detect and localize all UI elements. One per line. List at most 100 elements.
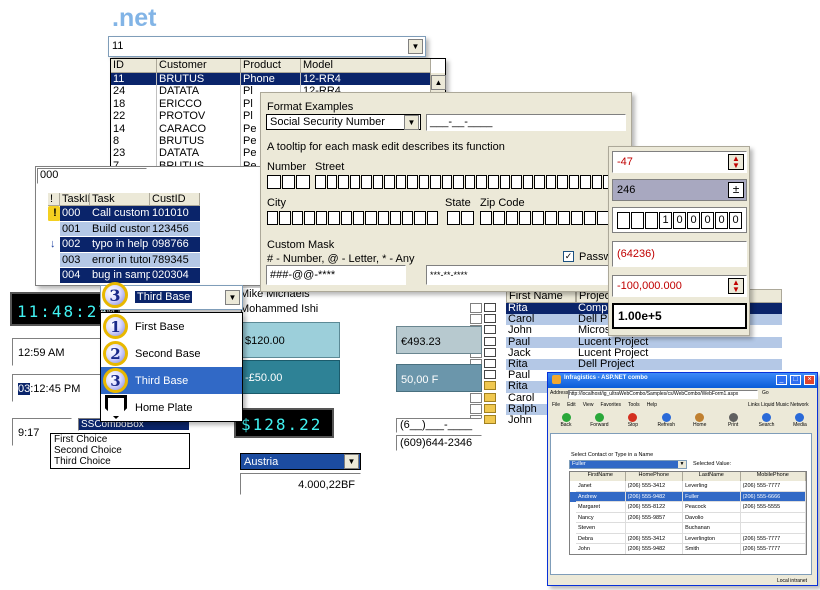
expand-icon[interactable] <box>470 314 482 325</box>
links-item[interactable]: Liquid Music Network <box>761 402 809 408</box>
city-field[interactable] <box>267 211 439 225</box>
simple-combo-item[interactable]: Third Choice <box>51 456 189 467</box>
numeric-field-1[interactable]: -47 ▲ ▼ <box>612 151 747 173</box>
toolbar-button[interactable]: Stop <box>619 413 647 431</box>
menu-item[interactable]: File <box>552 402 560 411</box>
expand-icon[interactable] <box>470 392 482 403</box>
grid-header-cell[interactable]: ID <box>111 59 157 73</box>
lcd-money-field[interactable]: $128.22 <box>234 408 334 438</box>
menu-item[interactable]: View <box>583 402 594 411</box>
contact-header-cell[interactable]: FirstName <box>576 472 626 481</box>
toolbar-button[interactable]: Media <box>786 413 814 431</box>
time-field-1[interactable]: 12:59 AM <box>12 338 104 366</box>
simple-combo-item[interactable]: First Choice <box>51 434 189 445</box>
grid-header-cell[interactable]: Model <box>301 59 431 73</box>
number-field[interactable] <box>267 175 311 189</box>
state-field[interactable] <box>447 211 475 225</box>
street-field[interactable] <box>315 175 615 189</box>
currency-field-2[interactable]: -£50.00 <box>240 360 340 394</box>
task-header-cell[interactable]: CustID <box>150 193 200 206</box>
zip-field[interactable] <box>480 211 610 225</box>
grid-combo[interactable]: 11 ▼ <box>108 36 426 57</box>
currency-field-1[interactable]: $120.00 <box>240 322 340 358</box>
contact-header-cell[interactable]: HomePhone <box>626 472 684 481</box>
spin-button[interactable]: ▲ ▼ <box>728 278 744 294</box>
task-row[interactable]: ↓002typo in help files098766 <box>48 237 266 253</box>
format-select-dropdown[interactable]: ▼ <box>404 115 419 130</box>
names-row[interactable]: Rita Dell Project <box>470 358 782 371</box>
numeric-field-2[interactable]: 246 ± <box>612 179 747 201</box>
time-field-2[interactable]: 03:12:45 PM <box>12 374 104 402</box>
numeric-field-6[interactable]: 1.00e+5 <box>612 303 747 329</box>
expand-icon[interactable] <box>470 303 482 313</box>
chevron-down-icon[interactable]: ▼ <box>678 461 686 468</box>
phone-field[interactable]: (609)644-2346 <box>396 435 482 451</box>
currency-field-4[interactable]: 50,00 F <box>396 364 482 392</box>
amount-field[interactable]: 4.000,22BF <box>240 473 361 495</box>
toolbar-button[interactable]: Back <box>552 413 580 431</box>
menu-item[interactable]: Tools <box>628 402 640 411</box>
task-header-cell[interactable]: TaskID <box>60 193 90 206</box>
contact-row[interactable]: Andrew (206) 555-9482 Fuller (206) 555-6666 <box>570 491 806 502</box>
task-row[interactable]: 004bug in sample020304 <box>48 268 266 284</box>
numeric-field-5[interactable]: -100,000.000 ▲ ▼ <box>612 275 747 297</box>
names-row[interactable]: Paul Lucent Project <box>470 336 782 348</box>
menu-item[interactable]: Edit <box>567 402 576 411</box>
table-row[interactable]: 11 BRUTUS Phone 12-RR4 <box>111 73 431 86</box>
names-row[interactable]: Jack Lucent Project <box>470 347 782 359</box>
numeric-field-3[interactable]: 100000 <box>612 207 747 233</box>
country-dropdown-button[interactable]: ▼ <box>344 454 359 469</box>
task-filter-input[interactable]: 000 <box>37 168 147 184</box>
folder-icon <box>484 392 496 402</box>
country-combo[interactable]: Austria ▼ <box>240 453 361 470</box>
toolbar-button[interactable]: Forward <box>585 413 613 431</box>
task-row[interactable]: !000Call customer: 5101010 <box>48 206 266 222</box>
go-button[interactable]: Go <box>762 390 769 396</box>
menu-item[interactable]: Favorites <box>600 402 621 411</box>
minimize-button[interactable]: _ <box>776 375 787 385</box>
contact-combo[interactable]: Fuller ▼ <box>569 460 687 469</box>
contact-row[interactable]: Margaret (206) 555-8122 Peacock (206) 555-5… <box>570 502 806 513</box>
base-combo-dropdown-button[interactable]: ▼ <box>225 290 240 305</box>
custom-mask-field[interactable]: ###-@@-**** <box>266 265 406 285</box>
task-row[interactable]: 001Build custom in:123456 <box>48 221 266 237</box>
base-list-item[interactable]: 2 Second Base <box>101 340 242 367</box>
grid-header-cell[interactable]: Customer <box>157 59 241 73</box>
document-icon <box>484 325 496 335</box>
contact-header-cell[interactable]: LastName <box>683 472 741 481</box>
contact-row[interactable]: Janet (206) 555-3412 Leverling (206) 555-77… <box>570 481 806 492</box>
base-list-item[interactable]: Home Plate <box>101 394 242 421</box>
toolbar-button[interactable]: Search <box>753 413 781 431</box>
base-list-item[interactable]: 3 Third Base <box>101 367 242 394</box>
task-header-cell[interactable]: ! <box>48 193 60 206</box>
grid-header-cell[interactable]: Product <box>241 59 301 73</box>
maximize-button[interactable]: □ <box>790 375 801 385</box>
contact-row[interactable]: Debra (206) 555-3412 Leverlington (206) 555… <box>570 533 806 544</box>
grid-combo-dropdown-button[interactable]: ▼ <box>408 39 423 54</box>
format-preview-field[interactable]: ___-__-____ <box>426 114 626 131</box>
phone-mask-field[interactable]: (6__)___-____ <box>396 418 482 433</box>
contact-row[interactable]: Steven Buchanan <box>570 523 806 534</box>
toolbar-button[interactable]: Refresh <box>652 413 680 431</box>
contact-row[interactable]: Nancy (206) 555-9857 Davolio <box>570 512 806 523</box>
contact-header-cell[interactable]: MobilePhone <box>741 472 806 481</box>
task-row[interactable]: 003error in tutorial789345 <box>48 252 266 268</box>
password-checkbox[interactable]: ✓ <box>563 251 574 262</box>
custom-preview-field[interactable]: ***-**-**** <box>426 265 626 285</box>
toolbar-button[interactable]: Print <box>719 413 747 431</box>
base-combo[interactable]: 3 Third Base ▼ <box>100 282 243 310</box>
close-button[interactable]: × <box>804 375 815 385</box>
base-list-item[interactable]: 1 First Base <box>101 313 242 340</box>
task-header-cell[interactable]: Task <box>90 193 150 206</box>
scroll-up-icon[interactable]: ▲ <box>431 75 446 90</box>
contact-row[interactable]: John (206) 555-9482 Smith (206) 555-7777 <box>570 544 806 554</box>
format-select[interactable]: Social Security Number ▼ <box>266 114 421 130</box>
currency-field-3[interactable]: €493.23 <box>396 326 482 354</box>
simple-combo-item[interactable]: Second Choice <box>51 445 189 456</box>
address-input[interactable]: http://localhost/ig_ultraWebCombo/Sample… <box>568 390 758 399</box>
toolbar-button[interactable]: Home <box>686 413 714 431</box>
numeric-field-4[interactable]: (64236) <box>612 241 747 267</box>
menu-item[interactable]: Help <box>647 402 657 411</box>
spin-button[interactable]: ▲ ▼ <box>728 154 744 170</box>
plus-minus-button[interactable]: ± <box>728 182 744 198</box>
